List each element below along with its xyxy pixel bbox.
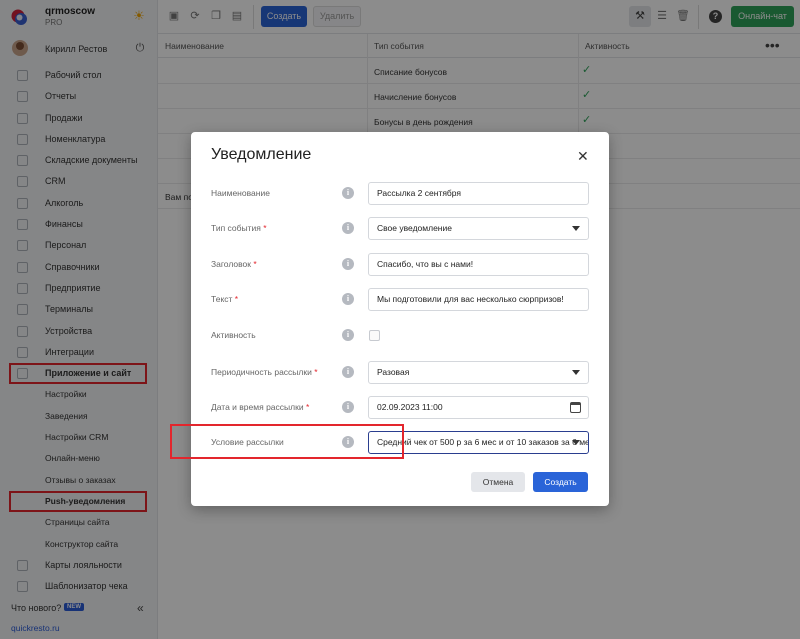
field-label: Дата и время рассылки * (211, 402, 310, 412)
text-input[interactable]: Мы подготовили для вас несколько сюрприз… (368, 288, 589, 311)
periodicity-select[interactable]: Разовая (368, 361, 589, 384)
info-icon[interactable]: i (342, 401, 354, 413)
field-row-name: Наименование i Рассылка 2 сентября (191, 182, 609, 206)
active-checkbox[interactable] (369, 330, 380, 341)
field-row-heading: Заголовок * i Спасибо, что вы с нами! (191, 253, 609, 277)
info-icon[interactable]: i (342, 293, 354, 305)
field-label: Тип события * (211, 223, 267, 233)
info-icon[interactable]: i (342, 222, 354, 234)
field-row-active: Активность i (191, 324, 609, 348)
field-label: Наименование (211, 188, 270, 198)
field-label: Заголовок * (211, 259, 257, 269)
info-icon[interactable]: i (342, 366, 354, 378)
cancel-button[interactable]: Отмена (471, 472, 525, 492)
event-type-select[interactable]: Свое уведомление (368, 217, 589, 240)
field-row-text: Текст * i Мы подготовили для вас несколь… (191, 288, 609, 312)
calendar-icon[interactable] (570, 402, 581, 413)
close-icon[interactable]: ✕ (577, 149, 589, 163)
field-label: Текст * (211, 294, 239, 304)
info-icon[interactable]: i (342, 187, 354, 199)
info-icon[interactable]: i (342, 329, 354, 341)
dialog-title: Уведомление (211, 146, 312, 163)
field-label: Периодичность рассылки * (211, 367, 318, 377)
field-row-datetime: Дата и время рассылки * i 02.09.2023 11:… (191, 396, 609, 420)
info-icon[interactable]: i (342, 258, 354, 270)
chevron-down-icon (572, 226, 580, 231)
field-label: Активность (211, 330, 256, 340)
datetime-input[interactable]: 02.09.2023 11:00 (368, 396, 589, 419)
heading-input[interactable]: Спасибо, что вы с нами! (368, 253, 589, 276)
field-row-periodicity: Периодичность рассылки * i Разовая (191, 361, 609, 385)
highlight-frame (170, 424, 404, 459)
field-row-event-type: Тип события * i Свое уведомление (191, 217, 609, 241)
create-submit-button[interactable]: Создать (533, 472, 588, 492)
chevron-down-icon (572, 440, 580, 445)
chevron-down-icon (572, 370, 580, 375)
name-input[interactable]: Рассылка 2 сентября (368, 182, 589, 205)
